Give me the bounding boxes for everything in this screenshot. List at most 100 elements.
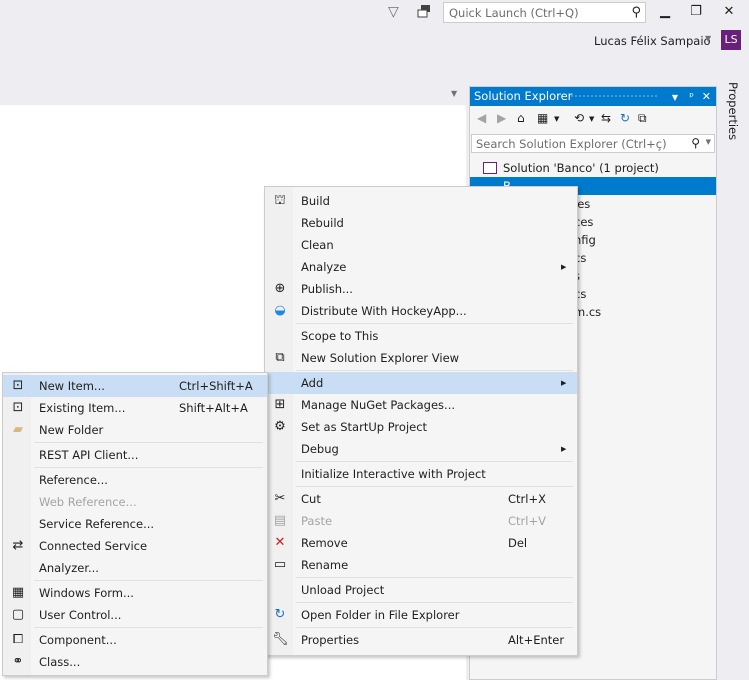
menu-item-analyze[interactable]: Analyze ▶ xyxy=(265,256,577,278)
collapse-all-icon[interactable]: ⧉ xyxy=(638,111,647,126)
user-name[interactable]: Lucas Félix Sampaio xyxy=(594,34,711,48)
menu-item-shortcut: Ctrl+X xyxy=(508,492,546,506)
search-icon[interactable]: ⚲ xyxy=(691,136,700,150)
feedback-icon[interactable] xyxy=(417,4,433,20)
switch-views-icon[interactable]: ▦ xyxy=(537,111,548,125)
menu-item-label: User Control... xyxy=(39,608,122,622)
menu-item-class[interactable]: ⚭ Class... xyxy=(3,651,267,673)
menu-item-rebuild[interactable]: Rebuild xyxy=(265,212,577,234)
existing-item-icon: ⊡ xyxy=(12,400,24,415)
menu-item-label: Analyzer... xyxy=(39,561,99,575)
menu-item-paste[interactable]: ▤ Paste Ctrl+V xyxy=(265,510,577,532)
menu-item-label: Service Reference... xyxy=(39,517,155,531)
sync-icon[interactable]: ⇆ xyxy=(601,111,611,125)
menu-item-cut[interactable]: ✂ Cut Ctrl+X xyxy=(265,488,577,510)
menu-item-label: Unload Project xyxy=(301,583,385,597)
chevron-down-icon[interactable]: ▼ xyxy=(706,138,711,146)
minimize-button[interactable]: ▁ xyxy=(656,4,674,20)
menu-item-new-folder[interactable]: ▰ New Folder xyxy=(3,419,267,441)
menu-item-label: New Solution Explorer View xyxy=(301,351,460,365)
solution-icon xyxy=(483,162,497,174)
tree-item-solution[interactable]: Solution 'Banco' (1 project) xyxy=(470,159,716,177)
switch-views-dropdown-icon[interactable]: ▼ xyxy=(554,115,559,123)
menu-item-reference[interactable]: Reference... xyxy=(3,469,267,491)
menu-item-add[interactable]: Add ▶ xyxy=(265,372,577,394)
menu-item-debug[interactable]: Debug ▶ xyxy=(265,438,577,460)
pending-changes-icon[interactable]: ⟲ xyxy=(574,111,584,125)
window-position-icon[interactable]: ▼ xyxy=(672,88,678,107)
solution-explorer-search[interactable]: ⚲ ▼ xyxy=(471,134,715,153)
menu-item-service-reference[interactable]: Service Reference... xyxy=(3,513,267,535)
back-icon[interactable]: ◀ xyxy=(477,111,486,125)
menu-item-clean[interactable]: Clean xyxy=(265,234,577,256)
refresh-icon[interactable]: ↻ xyxy=(620,111,630,125)
avatar[interactable]: LS xyxy=(721,30,741,50)
menu-item-label: Build xyxy=(301,194,330,208)
refresh-folder-icon: ↻ xyxy=(274,607,286,622)
menu-item-label: Rename xyxy=(301,558,349,572)
menu-item-new-item[interactable]: ⊡ New Item... Ctrl+Shift+A xyxy=(3,375,267,397)
menu-item-label: Publish... xyxy=(301,282,353,296)
menu-item-set-startup[interactable]: ⚙ Set as StartUp Project xyxy=(265,416,577,438)
class-icon: ⚭ xyxy=(12,654,24,669)
windows-form-icon: ▦ xyxy=(11,585,25,600)
menu-item-windows-form[interactable]: ▦ Windows Form... xyxy=(3,582,267,604)
home-icon[interactable]: ⌂ xyxy=(517,111,525,125)
menu-item-label: Rebuild xyxy=(301,216,344,230)
connected-service-icon: ⇄ xyxy=(12,538,24,553)
menu-item-component[interactable]: ⧠ Component... xyxy=(3,629,267,651)
close-button[interactable]: ✕ xyxy=(720,4,738,20)
quick-launch-input[interactable] xyxy=(444,3,619,22)
pending-dropdown-icon[interactable]: ▼ xyxy=(589,115,594,123)
solution-explorer-title: Solution Explorer xyxy=(474,89,573,103)
properties-side-tab[interactable]: Properties xyxy=(722,82,744,162)
pin-icon[interactable]: ᵖ xyxy=(689,87,694,106)
menu-item-analyzer[interactable]: Analyzer... xyxy=(3,557,267,579)
wrench-icon: 🔧︎ xyxy=(272,632,289,647)
solution-search-input[interactable] xyxy=(472,135,682,152)
submenu-arrow-icon: ▶ xyxy=(561,379,567,387)
menu-item-label: Manage NuGet Packages... xyxy=(301,398,456,412)
menu-item-scope-to-this[interactable]: Scope to This xyxy=(265,325,577,347)
menu-item-properties[interactable]: 🔧︎ Properties Alt+Enter xyxy=(265,629,577,651)
menu-item-label: Properties xyxy=(301,633,360,647)
menu-item-unload-project[interactable]: Unload Project xyxy=(265,579,577,601)
solution-explorer-titlebar: Solution Explorer ▼ ᵖ ✕ xyxy=(470,87,716,106)
menu-item-manage-nuget[interactable]: ⊞ Manage NuGet Packages... xyxy=(265,394,577,416)
menu-item-open-folder[interactable]: ↻ Open Folder in File Explorer xyxy=(265,604,577,626)
chevron-down-icon[interactable]: ▼ xyxy=(705,34,711,43)
menu-item-publish[interactable]: ⊕ Publish... xyxy=(265,278,577,300)
close-icon[interactable]: ✕ xyxy=(702,87,711,106)
globe-icon: ⊕ xyxy=(274,281,286,296)
restore-button[interactable]: ❐ xyxy=(687,4,705,20)
gear-icon: ⚙ xyxy=(274,419,286,434)
menu-item-rest-api-client[interactable]: REST API Client... xyxy=(3,444,267,466)
forward-icon[interactable]: ▶ xyxy=(497,111,506,125)
search-icon[interactable]: ⚲ xyxy=(631,5,641,20)
menu-item-label: Cut xyxy=(301,492,321,506)
tree-item-label: m.cs xyxy=(574,305,602,319)
menu-item-shortcut: Del xyxy=(508,536,528,550)
project-context-menu: ⛫ Build Rebuild Clean Analyze ▶ ⊕ Publish..… xyxy=(264,186,578,656)
menu-item-connected-service[interactable]: ⇄ Connected Service xyxy=(3,535,267,557)
editor-dropdown-icon[interactable]: ▼ xyxy=(451,89,457,98)
menu-item-initialize-interactive[interactable]: Initialize Interactive with Project xyxy=(265,463,577,485)
menu-item-web-reference[interactable]: Web Reference... xyxy=(3,491,267,513)
filter-icon[interactable]: ▽ xyxy=(388,4,404,20)
menu-item-existing-item[interactable]: ⊡ Existing Item... Shift+Alt+A xyxy=(3,397,267,419)
quick-launch-box[interactable]: ⚲ xyxy=(443,2,646,23)
menu-item-new-solution-explorer-view[interactable]: ⧉ New Solution Explorer View xyxy=(265,347,577,369)
remove-icon: ✕ xyxy=(274,535,286,550)
menu-item-build[interactable]: ⛫ Build xyxy=(265,190,577,212)
menu-item-label: Analyze xyxy=(301,260,347,274)
menu-item-remove[interactable]: ✕ Remove Del xyxy=(265,532,577,554)
menu-item-label: Connected Service xyxy=(39,539,148,553)
nuget-icon: ⊞ xyxy=(274,397,286,412)
menu-item-shortcut: Ctrl+V xyxy=(508,514,546,528)
menu-item-label: Class... xyxy=(39,655,81,669)
menu-item-shortcut: Shift+Alt+A xyxy=(179,401,248,415)
menu-item-user-control[interactable]: ▢ User Control... xyxy=(3,604,267,626)
component-icon: ⧠ xyxy=(12,632,24,647)
menu-item-distribute-hockeyapp[interactable]: ◒ Distribute With HockeyApp... xyxy=(265,300,577,322)
menu-item-rename[interactable]: ▭ Rename xyxy=(265,554,577,576)
